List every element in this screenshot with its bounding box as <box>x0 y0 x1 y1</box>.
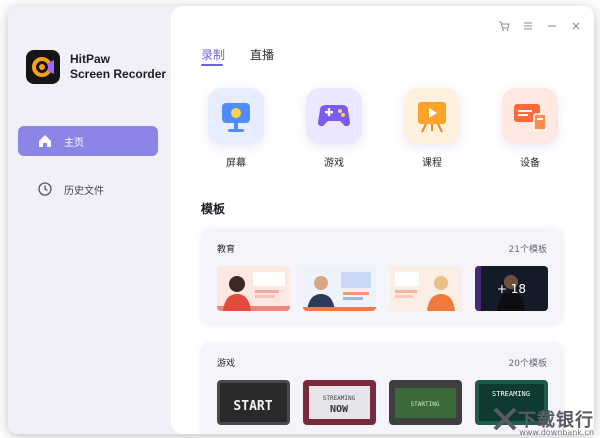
home-icon <box>38 134 52 148</box>
mode-label: 游戏 <box>324 158 344 169</box>
mode-screen-button[interactable]: 屏幕 <box>206 88 266 169</box>
sidebar-item-history[interactable]: 历史文件 <box>18 174 158 204</box>
tab-active-indicator <box>201 64 223 66</box>
brand-line-2: Screen Recorder <box>70 67 167 81</box>
template-thumbnail-more[interactable]: + 18 <box>475 266 548 311</box>
template-thumbnail[interactable] <box>303 266 376 311</box>
minimize-icon[interactable] <box>545 20 559 34</box>
app-brand: HitPaw Screen Recorder <box>70 52 166 82</box>
template-thumbnail[interactable]: STREAMING NOW <box>303 380 376 425</box>
template-thumbnail[interactable] <box>217 266 290 311</box>
watermark-logo-icon <box>493 407 517 431</box>
clock-icon <box>38 182 52 196</box>
svg-text:NOW: NOW <box>330 404 349 415</box>
template-thumbnail[interactable]: START <box>217 380 290 425</box>
sidebar-item-home[interactable]: 主页 <box>18 126 158 156</box>
cart-icon[interactable] <box>497 20 511 34</box>
tab-record[interactable]: 录制 <box>201 46 225 63</box>
thumb-text: STREAMING <box>492 390 530 398</box>
template-thumbnail[interactable]: STARTING <box>389 380 462 425</box>
gamepad-icon <box>306 88 362 144</box>
monitor-icon <box>208 88 264 144</box>
app-window: HitPaw Screen Recorder 主页 历史文件 录制 直播 屏幕 … <box>8 6 594 434</box>
sidebar: HitPaw Screen Recorder 主页 历史文件 <box>8 6 171 434</box>
presentation-icon <box>404 88 460 144</box>
watermark-url: www.downbank.cn <box>519 428 594 437</box>
category-name: 游戏 <box>217 359 236 369</box>
template-thumbnail[interactable] <box>389 266 462 311</box>
category-name: 教育 <box>217 245 236 255</box>
templates-heading: 模板 <box>201 202 226 216</box>
watermark: 下载银行 www.downbank.cn <box>492 406 594 437</box>
brand-line-1: HitPaw <box>70 52 111 66</box>
template-category-education[interactable]: 教育 21个模板 + 18 <box>201 228 563 324</box>
sidebar-item-label: 历史文件 <box>64 185 104 197</box>
mode-label: 设备 <box>520 158 540 169</box>
mode-label: 课程 <box>422 158 442 169</box>
thumb-text: STARTING <box>411 401 440 408</box>
close-icon[interactable] <box>569 20 583 34</box>
category-count: 20个模板 <box>508 359 547 369</box>
more-templates-count: + 18 <box>475 266 548 311</box>
menu-icon[interactable] <box>521 20 535 34</box>
app-logo-icon <box>26 50 60 84</box>
mode-device-button[interactable]: 设备 <box>500 88 560 169</box>
device-icon <box>502 88 558 144</box>
thumb-text: START <box>233 399 272 414</box>
main-panel: 录制 直播 屏幕 游戏 课程 设备 模板 教育 21个模板 + 18 游戏 20… <box>171 6 594 434</box>
sidebar-item-label: 主页 <box>64 137 84 149</box>
tab-live[interactable]: 直播 <box>250 46 274 63</box>
category-count: 21个模板 <box>508 245 547 255</box>
thumb-text: STREAMING <box>323 395 356 402</box>
mode-label: 屏幕 <box>226 158 246 169</box>
mode-course-button[interactable]: 课程 <box>402 88 462 169</box>
mode-game-button[interactable]: 游戏 <box>304 88 364 169</box>
